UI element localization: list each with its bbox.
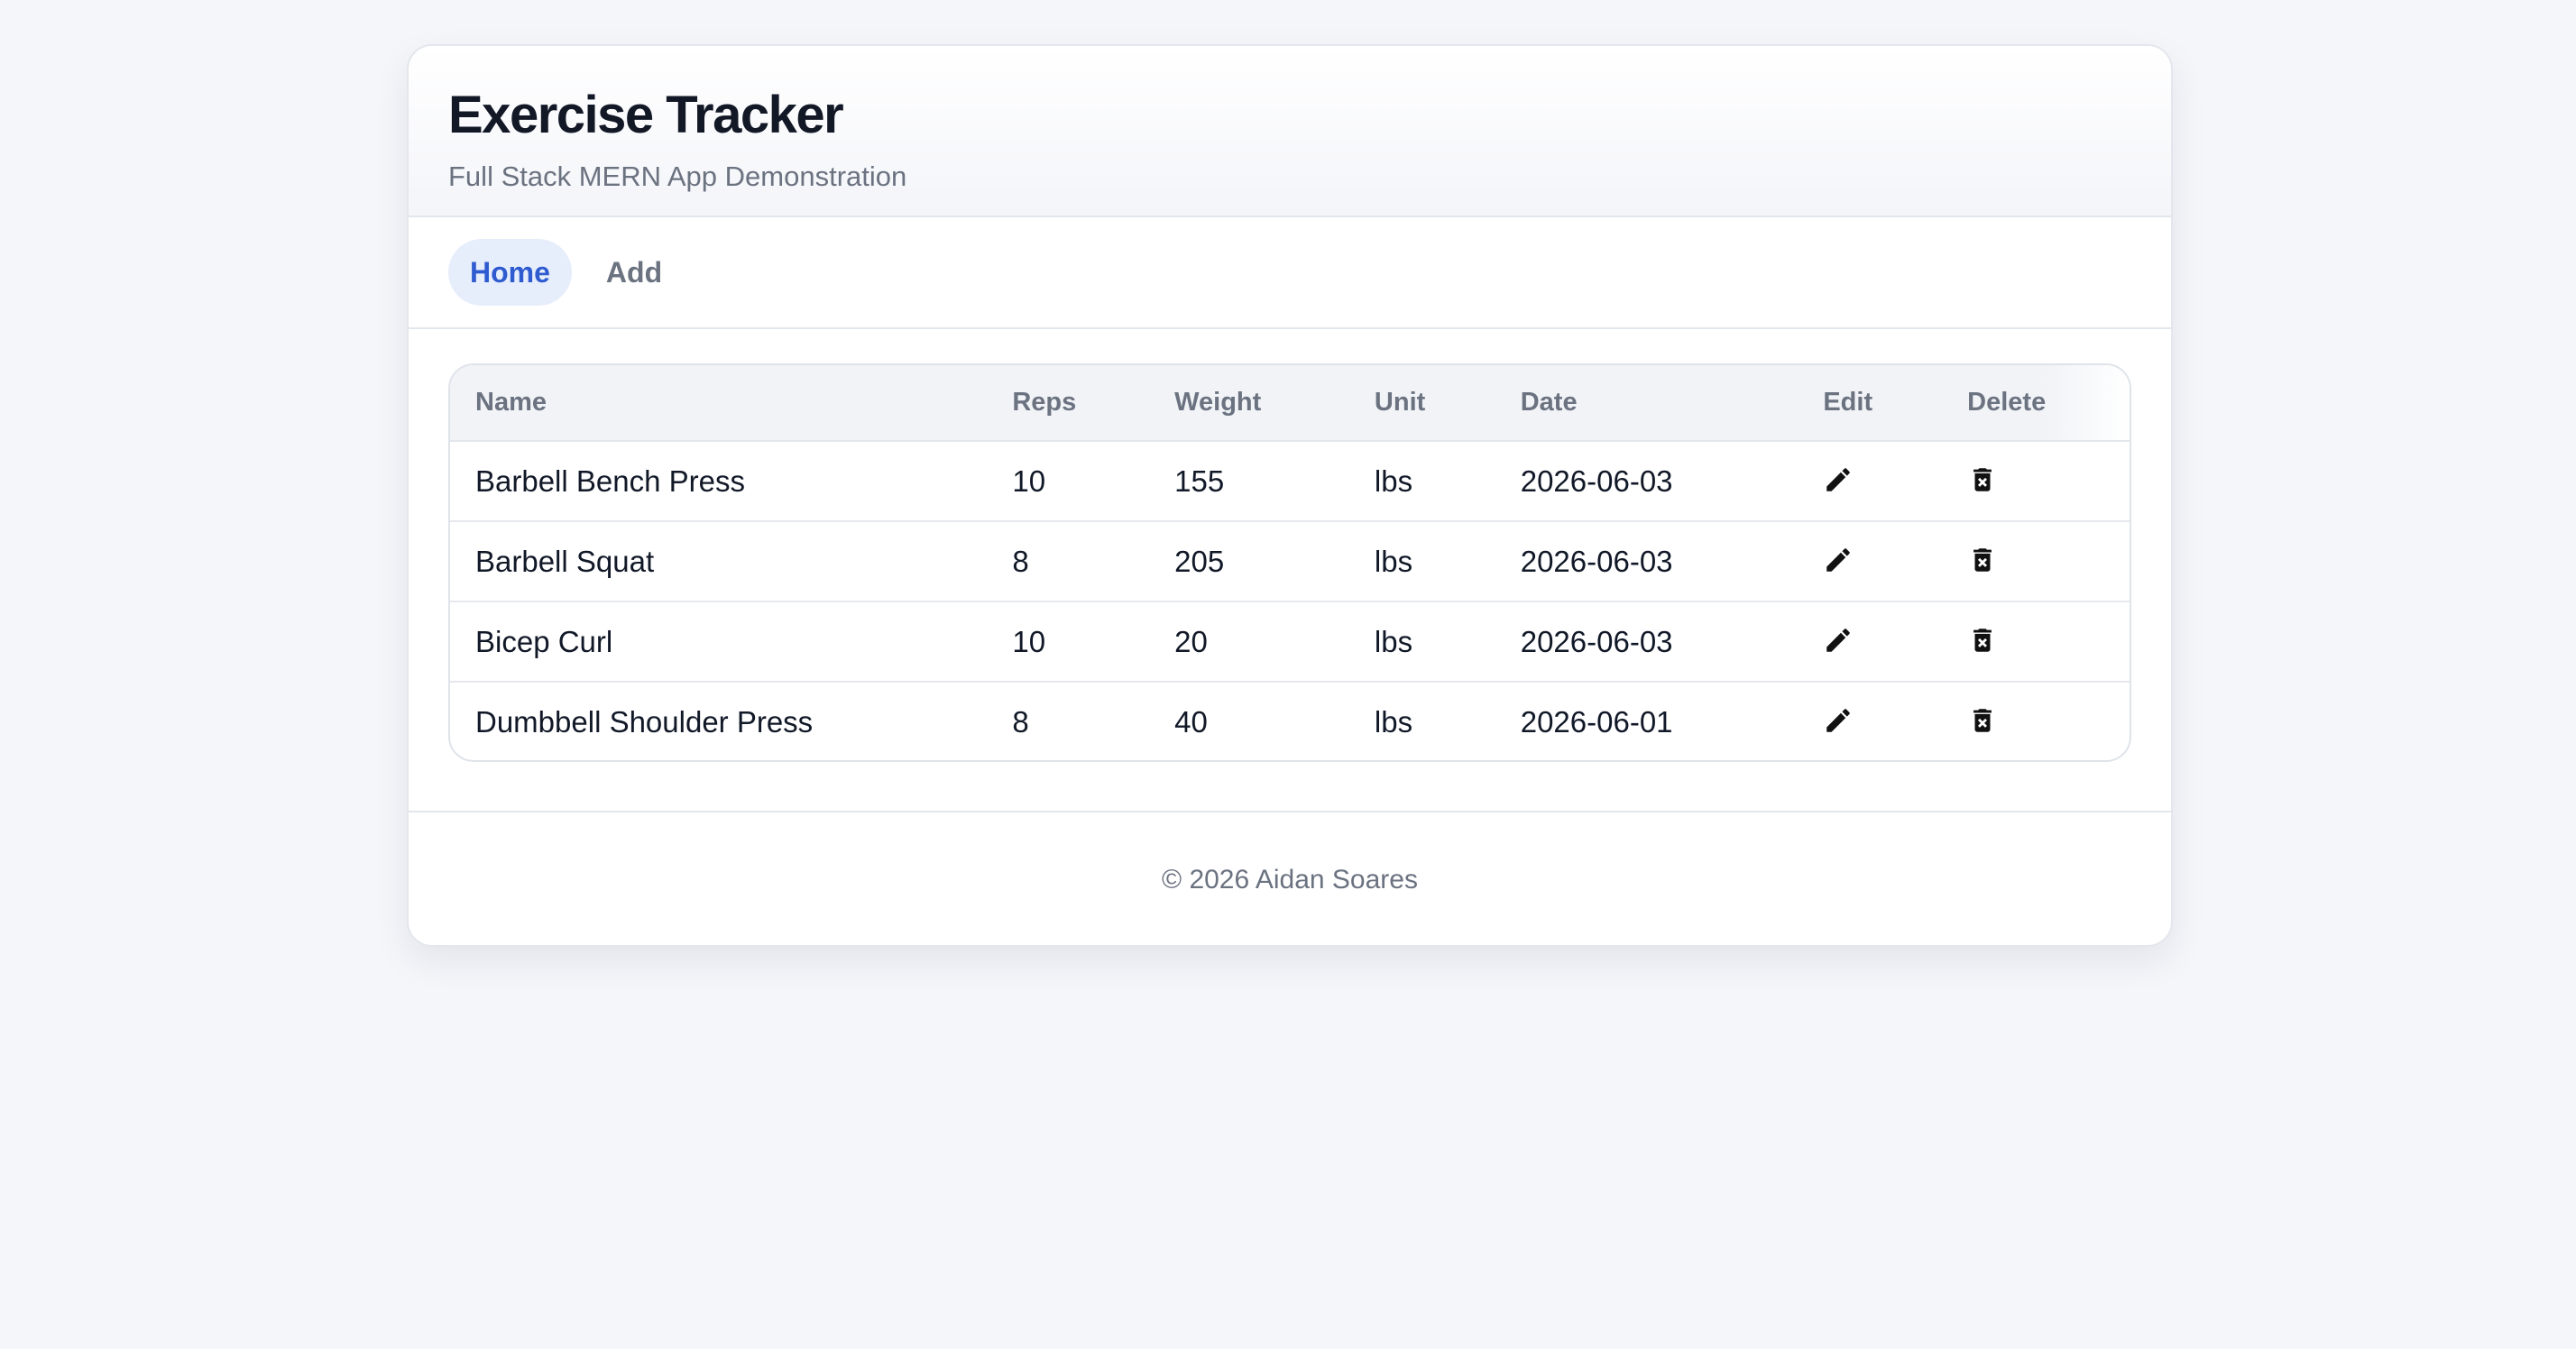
cell-name: Bicep Curl bbox=[450, 601, 988, 683]
cell-edit bbox=[1798, 682, 1942, 760]
exercise-table-container: Name Reps Weight Unit Date Edit Delete B… bbox=[448, 363, 2131, 762]
trash-icon[interactable] bbox=[1967, 545, 1998, 575]
cell-unit: lbs bbox=[1348, 441, 1495, 522]
cell-date: 2026-06-01 bbox=[1520, 704, 1673, 739]
pencil-icon[interactable] bbox=[1823, 464, 1854, 495]
cell-unit: lbs bbox=[1348, 521, 1495, 602]
column-header-edit: Edit bbox=[1798, 365, 1943, 442]
table-row: Barbell Squat 8 205 lbs 2026-06-03 bbox=[450, 521, 2130, 602]
column-header-weight: Weight bbox=[1149, 365, 1349, 442]
column-header-date: Date bbox=[1495, 365, 1799, 442]
trash-icon[interactable] bbox=[1967, 464, 1998, 495]
cell-weight: 40 bbox=[1174, 704, 1208, 739]
table-row: Bicep Curl 10 20 lbs 2026-06-03 bbox=[450, 601, 2130, 683]
pencil-icon[interactable] bbox=[1823, 705, 1854, 736]
cell-unit: lbs bbox=[1348, 601, 1495, 683]
cell-edit bbox=[1798, 441, 1943, 522]
nav-link-home[interactable]: Home bbox=[448, 239, 572, 306]
cell-edit bbox=[1798, 601, 1943, 683]
column-header-reps: Reps bbox=[987, 365, 1150, 442]
main-nav: Home Add bbox=[409, 217, 2171, 329]
cell-delete bbox=[1942, 521, 2130, 602]
cell-reps: 8 bbox=[1012, 704, 1029, 739]
cell-delete bbox=[1942, 682, 2130, 760]
cell-date: 2026-06-03 bbox=[1495, 441, 1799, 522]
cell-reps: 8 bbox=[987, 521, 1150, 602]
nav-link-add[interactable]: Add bbox=[584, 239, 684, 306]
cell-name: Barbell Bench Press bbox=[450, 441, 988, 522]
cell-reps: 10 bbox=[987, 601, 1150, 683]
page-subtitle: Full Stack MERN App Demonstration bbox=[448, 161, 907, 192]
trash-icon[interactable] bbox=[1967, 625, 1998, 656]
cell-edit bbox=[1798, 521, 1943, 602]
cell-name: Barbell Squat bbox=[450, 521, 988, 602]
cell-weight: 205 bbox=[1149, 521, 1349, 602]
column-header-unit: Unit bbox=[1348, 365, 1495, 442]
page-footer: © 2026 Aidan Soares bbox=[409, 811, 2171, 945]
cell-unit: lbs bbox=[1374, 704, 1413, 739]
table-row: Dumbbell Shoulder Press 8 40 lbs 2026-06… bbox=[450, 682, 2130, 760]
cell-delete bbox=[1942, 441, 2130, 522]
exercise-table: Name Reps Weight Unit Date Edit Delete B… bbox=[450, 365, 2130, 760]
cell-date: 2026-06-03 bbox=[1495, 521, 1799, 602]
pencil-icon[interactable] bbox=[1823, 545, 1854, 575]
cell-delete bbox=[1942, 601, 2130, 683]
table-row: Barbell Bench Press 10 155 lbs 2026-06-0… bbox=[450, 441, 2130, 522]
cell-weight: 20 bbox=[1149, 601, 1349, 683]
cell-name: Dumbbell Shoulder Press bbox=[475, 704, 814, 739]
cell-reps: 10 bbox=[987, 441, 1150, 522]
page-title: Exercise Tracker bbox=[448, 86, 844, 144]
pencil-icon[interactable] bbox=[1823, 625, 1854, 656]
cell-weight: 155 bbox=[1149, 441, 1349, 522]
page-header: Exercise Tracker Full Stack MERN App Dem… bbox=[409, 46, 2171, 217]
column-header-delete: Delete bbox=[1942, 365, 2130, 442]
cell-date: 2026-06-03 bbox=[1495, 601, 1799, 683]
trash-icon[interactable] bbox=[1967, 705, 1998, 736]
app-card: Exercise Tracker Full Stack MERN App Dem… bbox=[407, 44, 2173, 947]
table-header-row: Name Reps Weight Unit Date Edit Delete bbox=[450, 365, 2130, 442]
column-header-name: Name bbox=[450, 365, 988, 442]
